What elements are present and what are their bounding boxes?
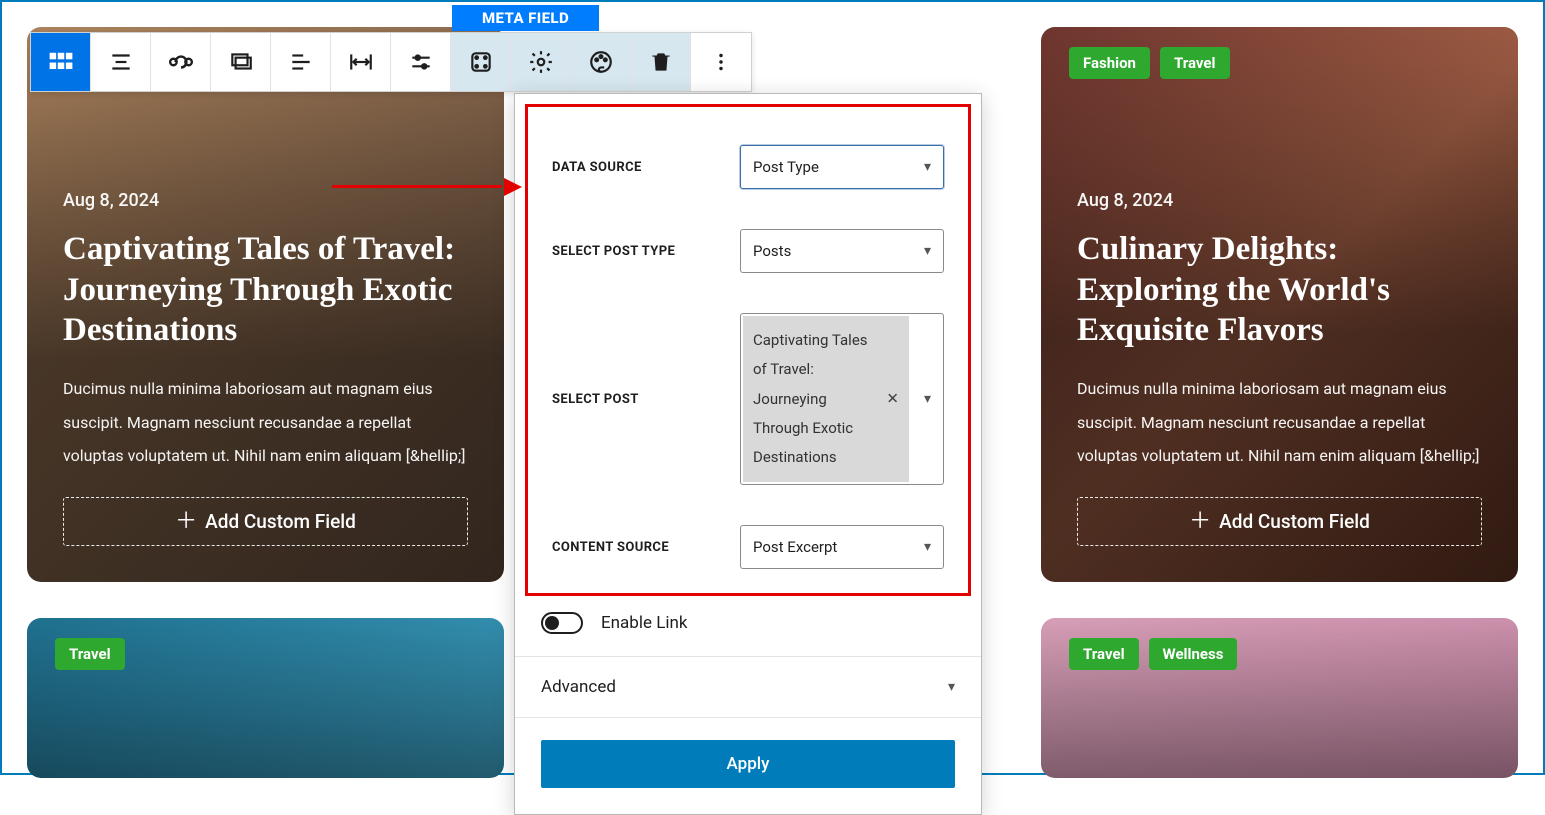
post-card[interactable]: Travel Wellness [1041, 618, 1518, 778]
more-icon[interactable] [691, 33, 751, 91]
clear-icon[interactable]: ✕ [886, 385, 899, 414]
data-source-select[interactable]: Post Type ▾ [740, 145, 944, 189]
post-excerpt: Ducimus nulla minima laboriosam aut magn… [63, 372, 468, 473]
post-date: Aug 8, 2024 [63, 190, 468, 211]
post-type-value: Posts [753, 242, 791, 260]
align-icon[interactable] [91, 33, 151, 91]
data-source-label: DATA SOURCE [552, 160, 726, 175]
stack-icon[interactable] [211, 33, 271, 91]
content-source-label: CONTENT SOURCE [552, 540, 726, 555]
highlighted-fields-region: DATA SOURCE Post Type ▾ SELECT POST TYPE… [525, 104, 971, 596]
select-post-value: Captivating Tales of Travel: Journeying … [753, 331, 868, 466]
enable-link-label: Enable Link [601, 613, 688, 633]
block-toolbar [30, 32, 752, 92]
add-custom-field-button[interactable]: ＋ Add Custom Field [1077, 497, 1482, 546]
loop-icon[interactable] [151, 33, 211, 91]
sliders-icon[interactable] [391, 33, 451, 91]
post-title: Captivating Tales of Travel: Journeying … [63, 229, 468, 350]
chevron-down-icon: ▾ [924, 159, 931, 175]
apply-button[interactable]: Apply [541, 740, 955, 788]
content-source-value: Post Excerpt [753, 538, 837, 556]
post-card[interactable]: Aug 8, 2024 Captivating Tales of Travel:… [27, 27, 504, 582]
tag-list: Travel [55, 638, 125, 670]
add-custom-field-label: Add Custom Field [1219, 510, 1370, 533]
post-title: Culinary Delights: Exploring the World's… [1077, 229, 1482, 350]
post-date: Aug 8, 2024 [1077, 190, 1482, 211]
add-custom-field-label: Add Custom Field [205, 510, 356, 533]
grid-icon[interactable] [31, 33, 91, 91]
trash-icon[interactable] [631, 33, 691, 91]
post-excerpt: Ducimus nulla minima laboriosam aut magn… [1077, 372, 1482, 473]
content-source-select[interactable]: Post Excerpt ▾ [740, 525, 944, 569]
tag-badge[interactable]: Travel [55, 638, 125, 670]
add-custom-field-button[interactable]: ＋ Add Custom Field [63, 497, 468, 546]
post-card[interactable]: Fashion Travel Aug 8, 2024 Culinary Deli… [1041, 27, 1518, 582]
select-post-label: SELECT POST [552, 392, 726, 407]
tag-badge[interactable]: Travel [1160, 47, 1230, 79]
tag-badge[interactable]: Fashion [1069, 47, 1150, 79]
chevron-down-icon: ▾ [948, 679, 955, 695]
post-card[interactable]: Travel [27, 618, 504, 778]
meta-field-popover: DATA SOURCE Post Type ▾ SELECT POST TYPE… [514, 93, 982, 815]
enable-link-row: Enable Link [515, 606, 981, 656]
editor-viewport: Aug 8, 2024 Captivating Tales of Travel:… [0, 0, 1545, 775]
chevron-down-icon[interactable]: ▾ [911, 314, 943, 484]
justify-icon[interactable] [271, 33, 331, 91]
plus-icon: ＋ [1189, 511, 1211, 533]
post-type-row: SELECT POST TYPE Posts ▾ [552, 229, 944, 273]
tag-badge[interactable]: Wellness [1149, 638, 1238, 670]
select-post-row: SELECT POST Captivating Tales of Travel:… [552, 313, 944, 485]
column-right: Fashion Travel Aug 8, 2024 Culinary Deli… [1041, 27, 1518, 778]
tag-list: Travel Wellness [1069, 638, 1237, 670]
gear-icon[interactable] [511, 33, 571, 91]
data-source-row: DATA SOURCE Post Type ▾ [552, 145, 944, 189]
padding-icon[interactable] [451, 33, 511, 91]
tag-list: Fashion Travel [1069, 47, 1230, 79]
width-icon[interactable] [331, 33, 391, 91]
chevron-down-icon: ▾ [924, 539, 931, 555]
chevron-down-icon: ▾ [924, 243, 931, 259]
tag-badge[interactable]: Travel [1069, 638, 1139, 670]
data-source-value: Post Type [753, 158, 819, 176]
select-post-token[interactable]: Captivating Tales of Travel: Journeying … [743, 316, 909, 482]
meta-field-badge: META FIELD [452, 5, 599, 31]
plus-icon: ＋ [175, 511, 197, 533]
post-type-label: SELECT POST TYPE [552, 244, 726, 259]
content-source-row: CONTENT SOURCE Post Excerpt ▾ [552, 525, 944, 569]
advanced-section-toggle[interactable]: Advanced ▾ [515, 656, 981, 718]
enable-link-toggle[interactable] [541, 612, 583, 634]
column-left: Aug 8, 2024 Captivating Tales of Travel:… [27, 27, 504, 778]
styles-icon[interactable] [571, 33, 631, 91]
select-post-select[interactable]: Captivating Tales of Travel: Journeying … [740, 313, 944, 485]
post-type-select[interactable]: Posts ▾ [740, 229, 944, 273]
advanced-label: Advanced [541, 677, 616, 697]
